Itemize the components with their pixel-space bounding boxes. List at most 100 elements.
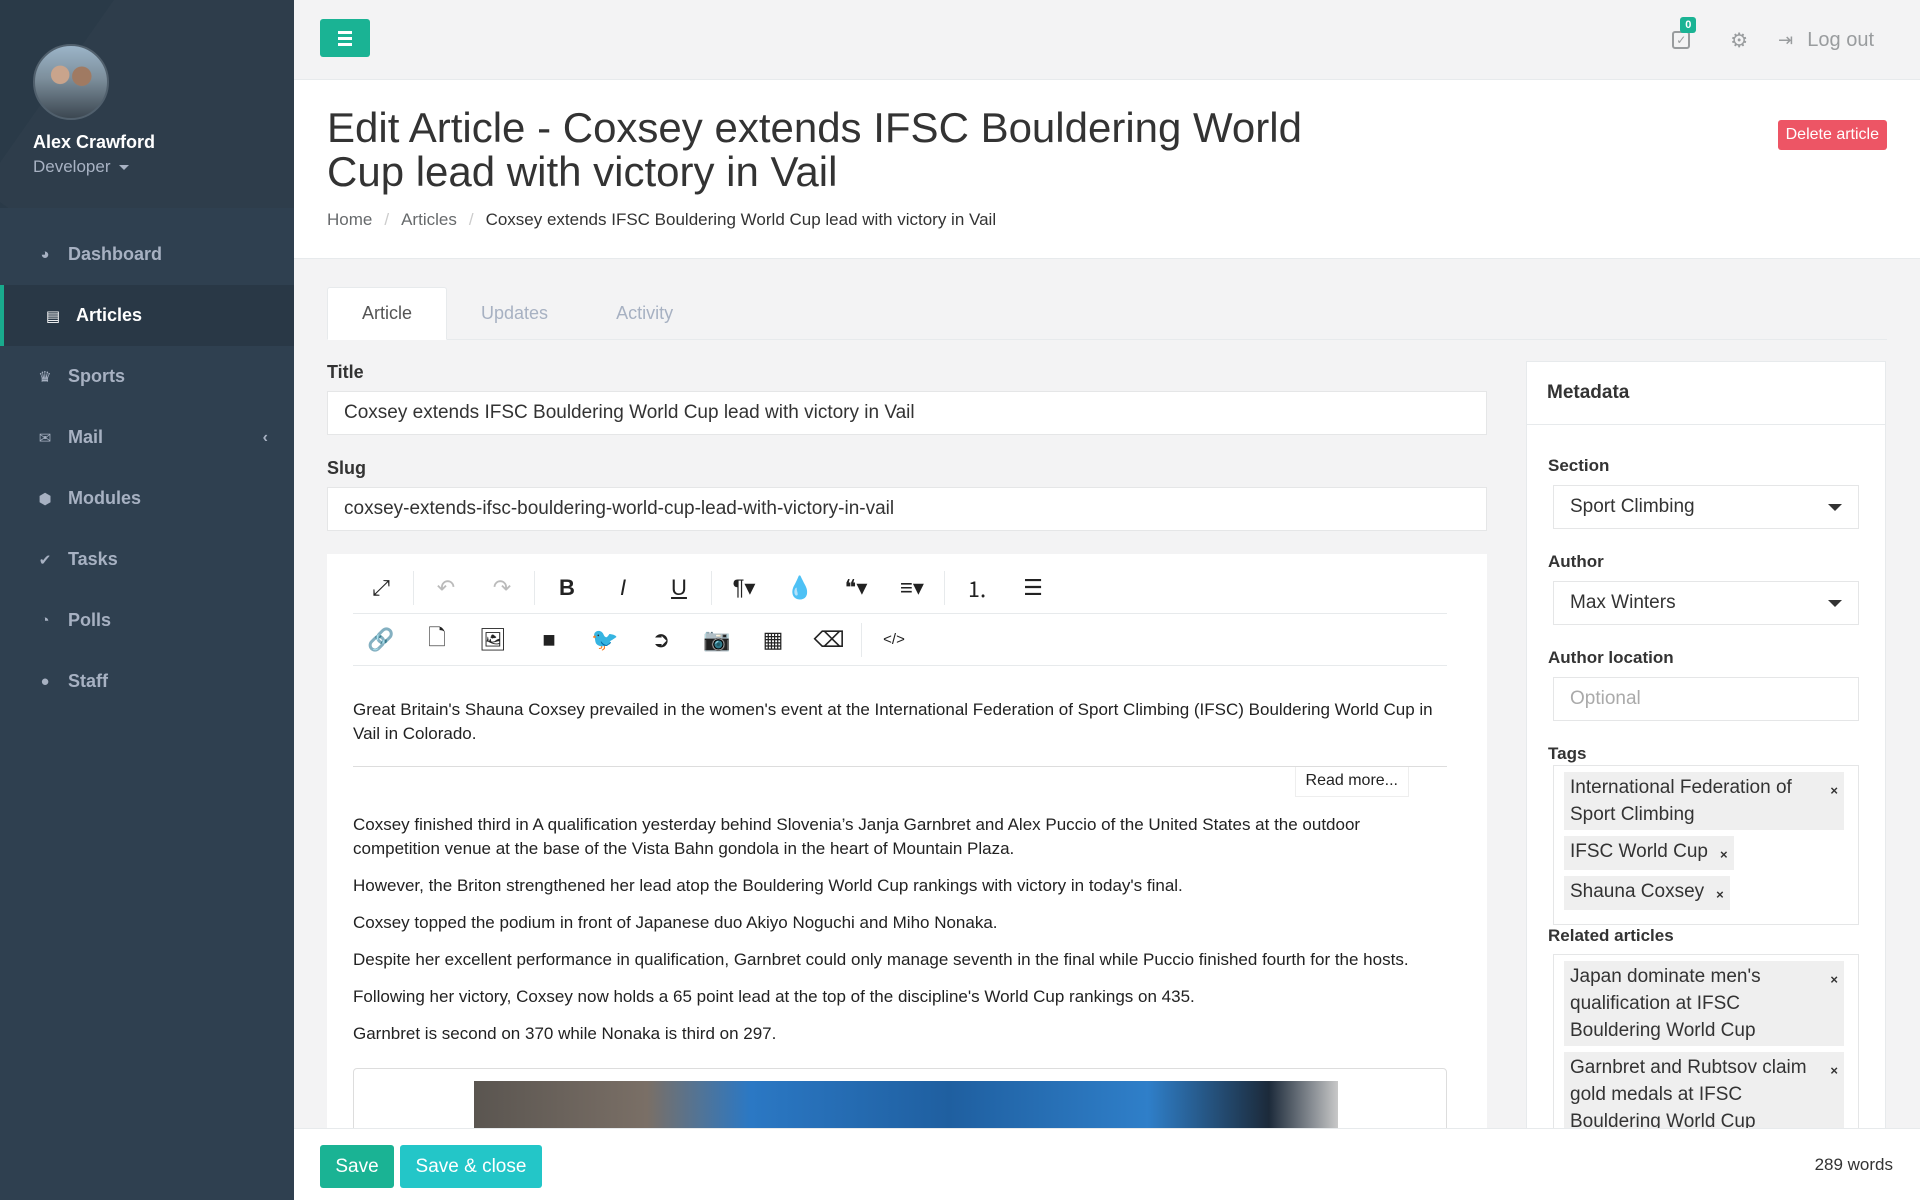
color-icon[interactable]: 💧: [772, 568, 828, 608]
related-articles-input[interactable]: Japan dominate men's qualification at IF…: [1553, 954, 1859, 1140]
author-select[interactable]: Max Winters: [1553, 581, 1859, 625]
body-paragraph[interactable]: However, the Briton strengthened her lea…: [353, 874, 1447, 898]
save-and-close-button[interactable]: Save & close: [400, 1145, 542, 1188]
sidebar-item-modules[interactable]: ⬢ Modules: [0, 468, 294, 529]
avatar[interactable]: [33, 44, 109, 120]
article-tabs: Article Updates Activity: [327, 287, 1887, 340]
metadata-panel: Metadata Section Sport Climbing Author M…: [1526, 361, 1886, 1141]
body-paragraph[interactable]: Despite her excellent performance in qua…: [353, 948, 1447, 972]
section-value: Sport Climbing: [1570, 496, 1695, 517]
sidebar-item-sports[interactable]: ♛ Sports: [0, 346, 294, 407]
sidebar-item-staff[interactable]: ● Staff: [0, 651, 294, 712]
quote-icon[interactable]: ❝▾: [828, 568, 884, 608]
author-location-label: Author location: [1548, 648, 1674, 667]
tags-input[interactable]: International Federation of Sport Climbi…: [1553, 765, 1859, 925]
author-label: Author: [1548, 552, 1604, 571]
tab-updates[interactable]: Updates: [447, 287, 582, 340]
breadcrumb-home[interactable]: Home: [327, 210, 372, 230]
title-input[interactable]: Coxsey extends IFSC Bouldering World Cup…: [327, 391, 1487, 435]
author-location-input[interactable]: Optional: [1553, 677, 1859, 721]
sidebar: Alex Crawford Developer ◕ Dashboard ▤ Artic…: [0, 0, 294, 1200]
link-icon[interactable]: 🔗: [353, 620, 409, 660]
form-footer: Save Save & close 289 words: [294, 1128, 1920, 1200]
logout-link[interactable]: ⇥ Log out: [1778, 29, 1874, 52]
sidebar-item-label: Articles: [76, 305, 143, 325]
image-icon[interactable]: 🖼: [465, 620, 521, 660]
tag-chip: IFSC World Cup ×: [1564, 836, 1734, 870]
remove-icon[interactable]: ×: [1716, 881, 1724, 908]
editor-content[interactable]: Great Britain's Shauna Coxsey prevailed …: [353, 698, 1447, 1059]
embedded-image: [474, 1081, 1338, 1130]
align-icon[interactable]: ≡▾: [884, 568, 940, 608]
word-count: 289 words: [1814, 1155, 1893, 1174]
body-paragraph[interactable]: Garnbret is second on 370 while Nonaka i…: [353, 1022, 1447, 1046]
cubes-icon: ⬢: [38, 490, 52, 508]
sidebar-item-tasks[interactable]: ✔ Tasks: [0, 529, 294, 590]
italic-icon[interactable]: I: [595, 568, 651, 608]
ordered-list-icon[interactable]: ⒈: [949, 568, 1005, 608]
body-paragraph[interactable]: Coxsey topped the podium in front of Jap…: [353, 911, 1447, 935]
save-button[interactable]: Save: [320, 1145, 394, 1188]
remove-icon[interactable]: ×: [1720, 841, 1728, 868]
camera-icon[interactable]: 📷: [689, 620, 745, 660]
tab-article[interactable]: Article: [327, 287, 448, 340]
embedded-image-frame[interactable]: [353, 1068, 1447, 1130]
remove-icon[interactable]: ×: [1830, 1057, 1838, 1084]
rich-text-editor: ⤢ ↶ ↷ B I U ¶▾ 💧 ❝▾ ≡▾ ⒈ ☰ 🔗 🗋 🖼 ■ 🐦 ➲ 📷 ▦ ⌫ </> Great Brita…: [327, 554, 1487, 1130]
section-select[interactable]: Sport Climbing: [1553, 485, 1859, 529]
page-title: Edit Article - Coxsey extends IFSC Bould…: [327, 104, 1302, 195]
paragraph-icon[interactable]: ¶▾: [716, 568, 772, 608]
code-icon[interactable]: </>: [866, 620, 922, 660]
eraser-icon[interactable]: ⌫: [801, 620, 857, 660]
related-article-chip: Garnbret and Rubtsov claim gold medals a…: [1564, 1052, 1844, 1137]
metadata-title: Metadata: [1527, 362, 1885, 425]
gear-icon[interactable]: ⚙: [1730, 28, 1748, 53]
sidebar-item-mail[interactable]: ✉ Mail ‹: [0, 407, 294, 468]
profile-role-dropdown[interactable]: Developer: [33, 157, 294, 177]
title-label: Title: [327, 362, 364, 382]
breadcrumb-current: Coxsey extends IFSC Bouldering World Cup…: [485, 210, 997, 229]
sidebar-item-label: Mail: [68, 427, 104, 447]
underline-icon[interactable]: U: [651, 568, 707, 608]
tasks-count-badge: 0: [1680, 17, 1697, 33]
intro-paragraph[interactable]: Great Britain's Shauna Coxsey prevailed …: [353, 698, 1447, 767]
sidebar-item-label: Polls: [68, 610, 112, 630]
bold-icon[interactable]: B: [539, 568, 595, 608]
sidebar-item-dashboard[interactable]: ◕ Dashboard: [0, 224, 294, 285]
check-icon: ✔: [38, 551, 52, 569]
redo-icon[interactable]: ↷: [474, 568, 530, 608]
chip-label: Japan dominate men's qualification at IF…: [1570, 966, 1761, 1041]
embed-icon[interactable]: ➲: [633, 620, 689, 660]
slug-input[interactable]: coxsey-extends-ifsc-bouldering-world-cup…: [327, 487, 1487, 531]
file-icon[interactable]: 🗋: [409, 620, 465, 660]
hamburger-icon: [338, 30, 352, 34]
breadcrumb: Home / Articles / Coxsey extends IFSC Bo…: [327, 210, 997, 230]
sidebar-item-label: Dashboard: [68, 244, 163, 264]
read-more-marker[interactable]: Read more...: [1294, 767, 1409, 797]
video-icon[interactable]: ■: [521, 620, 577, 660]
sidebar-item-articles[interactable]: ▤ Articles: [0, 285, 294, 346]
tag-chip: International Federation of Sport Climbi…: [1564, 772, 1844, 830]
unordered-list-icon[interactable]: ☰: [1005, 568, 1061, 608]
table-icon[interactable]: ▦: [745, 620, 801, 660]
fullscreen-icon[interactable]: ⤢: [353, 568, 409, 608]
sidebar-item-label: Sports: [68, 366, 126, 386]
menu-toggle-button[interactable]: [320, 19, 370, 57]
undo-icon[interactable]: ↶: [418, 568, 474, 608]
sidebar-item-polls[interactable]: ◔ Polls: [0, 590, 294, 651]
sidebar-item-label: Tasks: [68, 549, 118, 569]
author-value: Max Winters: [1570, 592, 1676, 613]
remove-icon[interactable]: ×: [1830, 966, 1838, 993]
breadcrumb-articles[interactable]: Articles: [401, 210, 457, 230]
tasks-check-icon[interactable]: ✓ 0: [1672, 17, 1697, 49]
tab-activity[interactable]: Activity: [582, 287, 707, 340]
tags-label: Tags: [1548, 744, 1587, 763]
body-paragraph[interactable]: Coxsey finished third in A qualification…: [353, 813, 1447, 861]
editor-toolbar-row-1: ⤢ ↶ ↷ B I U ¶▾ 💧 ❝▾ ≡▾ ⒈ ☰: [353, 562, 1447, 614]
delete-article-button[interactable]: Delete article: [1777, 120, 1887, 150]
remove-icon[interactable]: ×: [1830, 777, 1838, 804]
sidebar-item-label: Modules: [68, 488, 142, 508]
twitter-icon[interactable]: 🐦: [577, 620, 633, 660]
body-paragraph[interactable]: Following her victory, Coxsey now holds …: [353, 985, 1447, 1009]
related-article-chip: Japan dominate men's qualification at IF…: [1564, 961, 1844, 1046]
